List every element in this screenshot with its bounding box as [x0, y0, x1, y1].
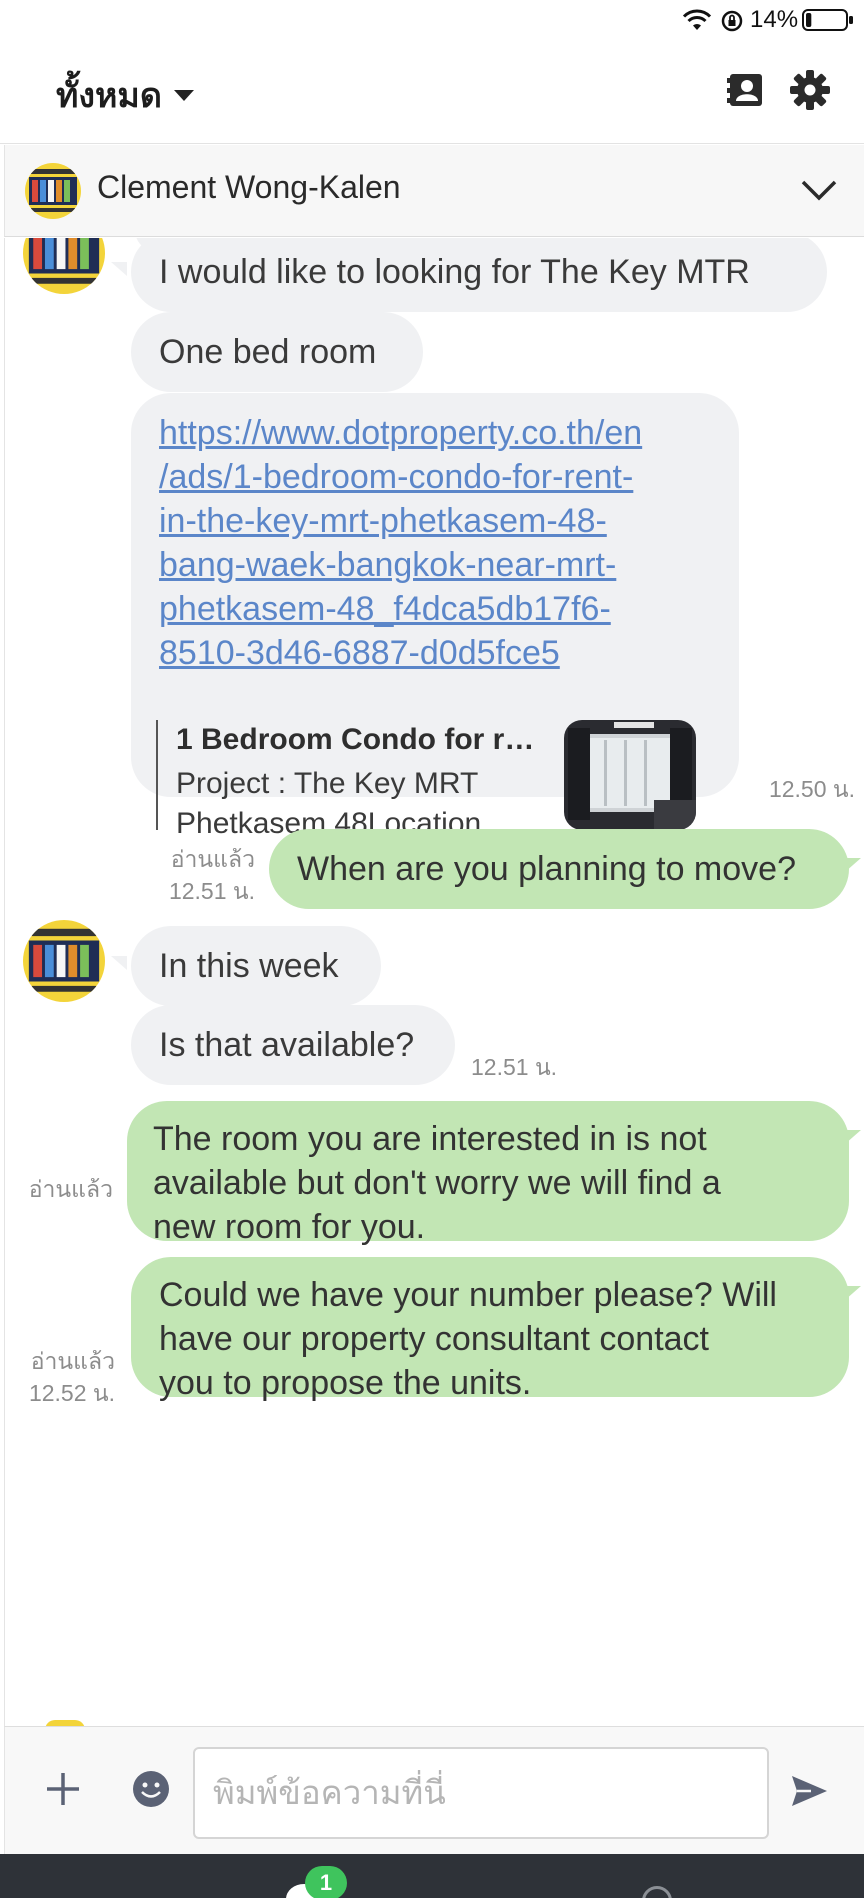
chat-filter-dropdown[interactable]: ทั้งหมด: [56, 68, 194, 122]
conversation-header[interactable]: Clement Wong-Kalen: [4, 145, 864, 237]
avatar: [25, 163, 81, 219]
read-receipt: อ่านแล้ว: [30, 1348, 115, 1374]
battery-percent: 14%: [750, 6, 799, 33]
message-line: new room for you.: [153, 1208, 426, 1246]
caret-down-icon: [173, 89, 194, 101]
orientation-lock-icon: [721, 10, 743, 32]
message-text: In this week: [159, 947, 339, 985]
message-line: have our property consultant contact: [159, 1320, 709, 1358]
bubble-tail: [845, 1130, 861, 1144]
timeline-tab-icon[interactable]: [642, 1886, 672, 1898]
message-time: 12.51 น.: [168, 878, 255, 904]
outgoing-message[interactable]: Could we have your number please? Will h…: [131, 1257, 849, 1402]
wifi-icon: [682, 9, 712, 30]
message-composer: [4, 1726, 864, 1854]
message-time: 12.52 น.: [28, 1380, 115, 1406]
app-header: ทั้งหมด: [0, 40, 864, 144]
filter-label: ทั้งหมด: [56, 77, 162, 115]
message-time: 12.50 น.: [768, 776, 855, 802]
message-input[interactable]: [193, 1747, 769, 1839]
read-receipt: อ่านแล้ว: [28, 1176, 113, 1202]
status-bar: 14%: [0, 0, 864, 40]
incoming-message[interactable]: Is that available?: [131, 1005, 455, 1085]
emoji-icon[interactable]: [131, 1769, 171, 1809]
plus-icon[interactable]: [41, 1767, 85, 1811]
message-time: 12.51 น.: [471, 1054, 558, 1080]
incoming-message[interactable]: In this week: [131, 926, 381, 1006]
message-text: Is that available?: [159, 1026, 415, 1064]
outgoing-message[interactable]: When are you planning to move?: [269, 829, 849, 909]
preview-title: 1 Bedroom Condo for r…: [176, 723, 535, 756]
avatar[interactable]: [23, 920, 105, 1002]
bubble-tail: [845, 858, 861, 872]
incoming-message[interactable]: One bed room: [131, 312, 423, 392]
settings-gear-icon[interactable]: [788, 68, 832, 112]
message-text: I would like to looking for The Key MTR: [159, 253, 750, 291]
contacts-icon[interactable]: [724, 68, 768, 112]
message-text: One bed room: [159, 333, 377, 371]
message-line: available but don't worry we will find a: [153, 1164, 721, 1202]
contact-name: Clement Wong-Kalen: [97, 169, 401, 205]
bubble-tail: [845, 1286, 861, 1300]
app-screen: 14% ทั้งหมด Clement Wong-Kalen I would l…: [0, 0, 864, 1898]
send-icon[interactable]: [789, 1771, 829, 1811]
bubble-tail: [111, 956, 127, 970]
incoming-message[interactable]: I would like to looking for The Key MTR: [131, 238, 827, 312]
message-link[interactable]: https://www.dotproperty.co.th/en /ads/1-…: [159, 411, 711, 675]
message-text: When are you planning to move?: [297, 850, 796, 888]
bubble-tail: [111, 262, 127, 276]
incoming-link-message[interactable]: https://www.dotproperty.co.th/en /ads/1-…: [131, 393, 739, 840]
message-line: you to propose the units.: [159, 1364, 532, 1402]
outgoing-message[interactable]: The room you are interested in is not av…: [127, 1101, 849, 1246]
avatar[interactable]: [23, 238, 105, 294]
chevron-down-icon[interactable]: [799, 173, 839, 209]
chat-area[interactable]: I would like to looking for The Key MTR …: [4, 238, 864, 1726]
bottom-nav: 1: [0, 1854, 864, 1898]
message-line: The room you are interested in is not: [153, 1120, 707, 1158]
read-receipt: อ่านแล้ว: [170, 846, 255, 872]
unread-badge: 1: [305, 1866, 347, 1898]
message-line: Could we have your number please? Will: [159, 1276, 777, 1314]
battery-icon: [802, 9, 853, 31]
